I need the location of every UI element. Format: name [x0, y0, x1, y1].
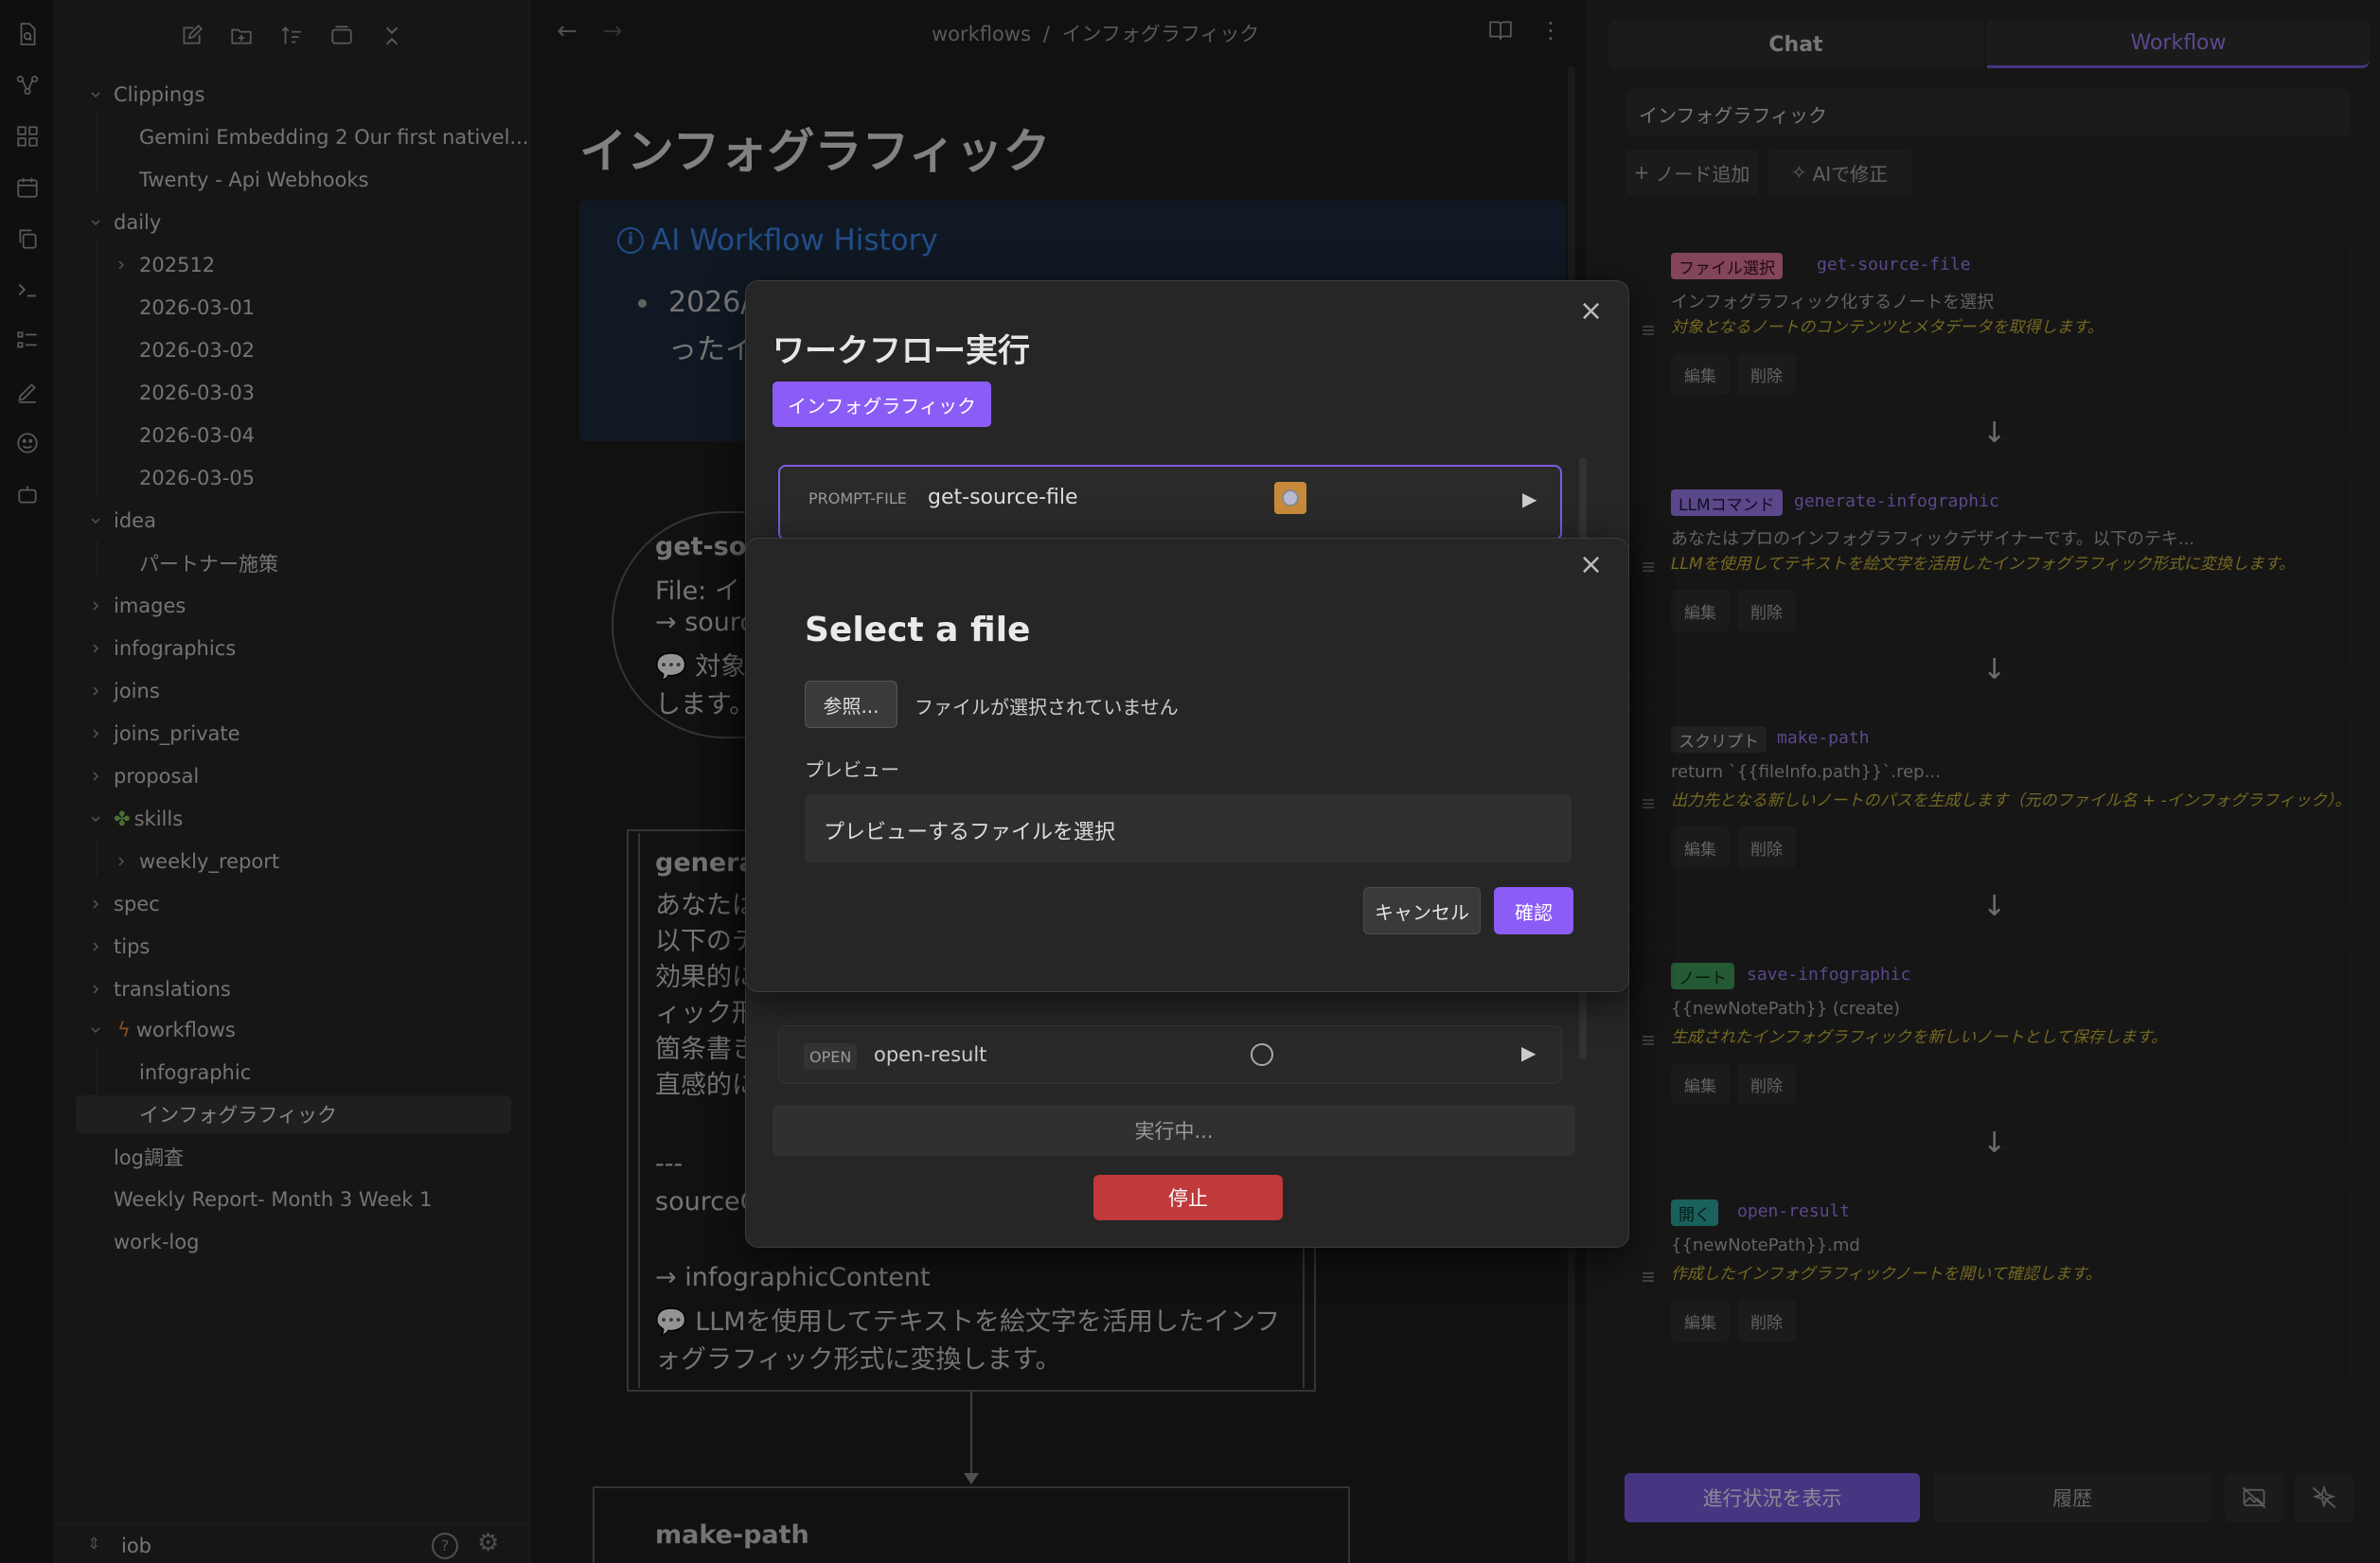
step-progress-row[interactable]: OPEN open-result ▶: [778, 1025, 1562, 1084]
running-spinner-icon: [1274, 482, 1306, 514]
expand-step-icon[interactable]: ▶: [1521, 1041, 1536, 1064]
step-type-label: PROMPT-FILE: [808, 489, 907, 507]
confirm-button[interactable]: 確認: [1494, 887, 1573, 934]
expand-step-icon[interactable]: ▶: [1522, 488, 1536, 510]
preview-label: プレビュー: [805, 758, 899, 781]
running-status: 実行中...: [773, 1105, 1575, 1156]
cancel-button[interactable]: キャンセル: [1363, 887, 1481, 934]
spinner-inner: [1282, 489, 1299, 506]
browse-button[interactable]: 参照...: [805, 681, 897, 728]
preview-placeholder: プレビューするファイルを選択: [824, 821, 1116, 844]
no-file-text: ファイルが選択されていません: [915, 696, 1179, 719]
close-icon[interactable]: ×: [1579, 294, 1603, 328]
file-select-modal: × Select a file 参照... ファイルが選択されていません プレビ…: [745, 538, 1629, 992]
button-label: 停止: [1168, 1187, 1208, 1210]
stop-button[interactable]: 停止: [1093, 1175, 1283, 1220]
close-icon[interactable]: ×: [1579, 548, 1603, 581]
step-name: open-result: [874, 1043, 987, 1066]
step-type-label: OPEN: [804, 1043, 858, 1070]
step-name: get-source-file: [928, 486, 1078, 509]
button-label: 確認: [1515, 900, 1553, 924]
pending-status-icon: [1251, 1043, 1273, 1066]
workflow-badge: インフォグラフィック: [773, 382, 991, 427]
preview-box: プレビューするファイルを選択: [805, 794, 1572, 862]
step-progress-row-active[interactable]: PROMPT-FILE get-source-file ▶: [778, 465, 1562, 541]
modal-title: ワークフロー実行: [773, 332, 1030, 370]
modal-title: Select a file: [805, 611, 1031, 649]
app-window: { "sidebar":{ "tree":[ {"label":"Clippin…: [0, 0, 2380, 1563]
button-label: 参照...: [823, 694, 879, 718]
button-label: キャンセル: [1375, 900, 1469, 924]
